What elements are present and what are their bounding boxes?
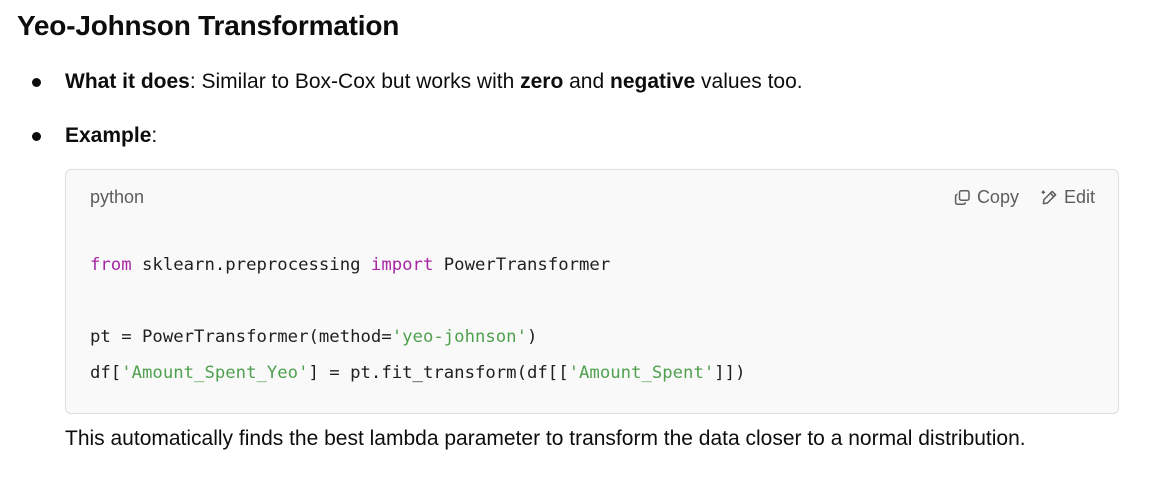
edit-label: Edit — [1063, 187, 1095, 207]
code-language-label: python — [90, 187, 145, 207]
copy-label: Copy — [976, 187, 1019, 207]
bullet-label: What it does — [65, 70, 190, 93]
bullet-text: : Similar to Box-Cox but works with — [189, 70, 521, 93]
bullet-example: Example: — [31, 121, 158, 151]
code-text: PowerTransformer — [433, 255, 611, 275]
copy-icon — [954, 189, 971, 206]
bullet-label: Example — [65, 124, 152, 147]
code-block: python Copy Edit from sklearn.preprocess… — [65, 169, 1119, 414]
code-text: sklearn.preprocessing — [131, 255, 371, 275]
edit-button[interactable]: Edit — [1041, 184, 1095, 210]
bullet-text: : — [151, 124, 158, 147]
bullet-text: and — [563, 70, 611, 93]
explanation-paragraph: This automatically finds the best lambda… — [65, 427, 1026, 450]
bullet-emphasis: zero — [520, 70, 564, 93]
code-text: ] = pt.fit_transform(df[[ — [308, 363, 569, 383]
code-text: pt = PowerTransformer(method= — [90, 327, 392, 347]
code-line: df['Amount_Spent_Yeo'] = pt.fit_transfor… — [90, 361, 746, 385]
code-text: ]]) — [714, 363, 746, 383]
code-line: pt = PowerTransformer(method='yeo-johnso… — [90, 325, 537, 349]
code-keyword: import — [370, 255, 434, 275]
code-string: 'Amount_Spent_Yeo' — [121, 363, 309, 383]
section-heading: Yeo-Johnson Transformation — [17, 10, 400, 41]
pencil-icon — [1041, 189, 1058, 206]
code-actions: Copy Edit — [954, 184, 1095, 210]
bullet-text: values too. — [695, 70, 803, 93]
bullet-what-it-does: What it does: Similar to Box-Cox but wor… — [32, 67, 803, 97]
code-string: 'Amount_Spent' — [568, 363, 715, 383]
code-line: from sklearn.preprocessing import PowerT… — [90, 253, 610, 277]
code-text: ) — [527, 327, 538, 347]
code-string: 'yeo-johnson' — [391, 327, 527, 347]
bullet-emphasis: negative — [610, 70, 696, 93]
copy-button[interactable]: Copy — [954, 184, 1019, 210]
code-text: df[ — [90, 363, 122, 383]
code-keyword: from — [90, 255, 132, 275]
